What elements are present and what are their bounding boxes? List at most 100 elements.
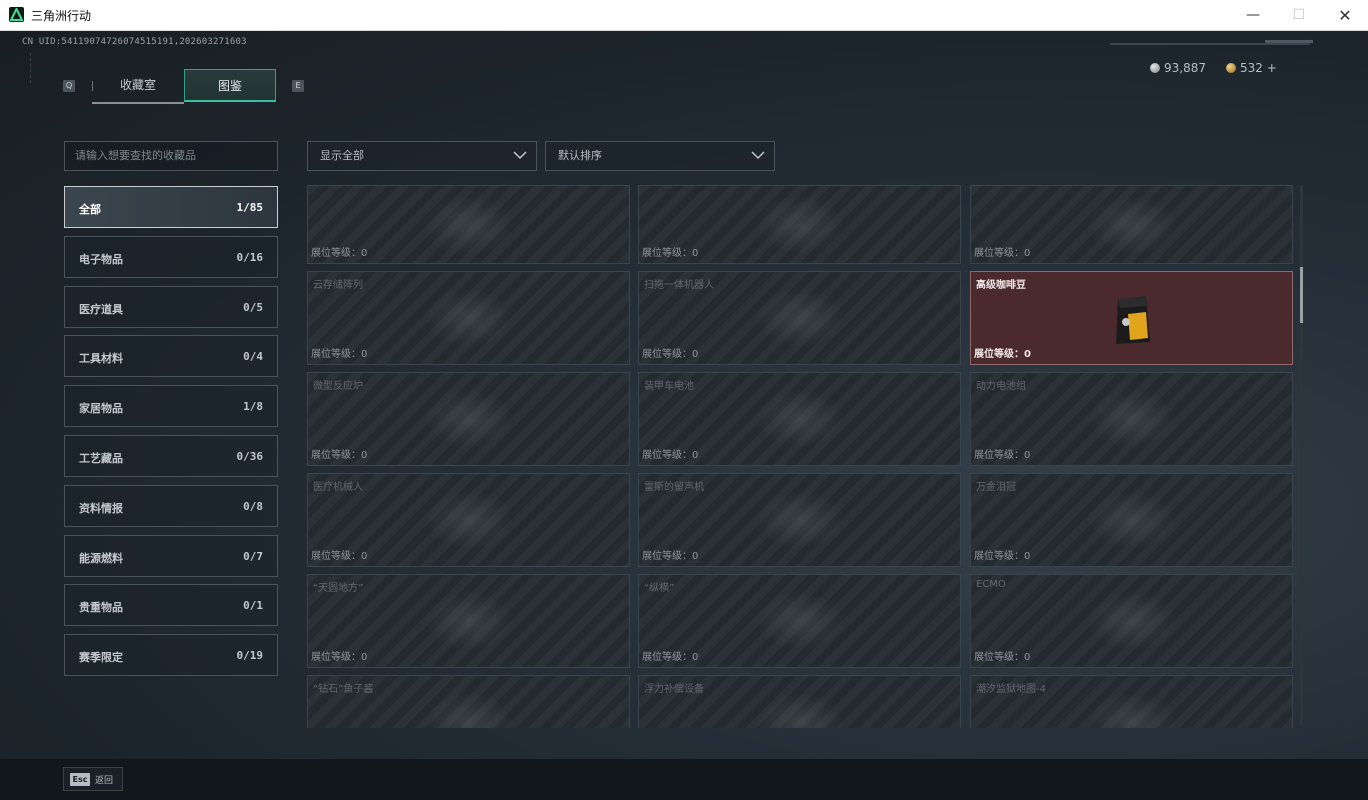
item-silhouette-icon [1086, 591, 1177, 651]
collection-item-card[interactable]: 扫拖一体机器人 展位等级：0 [638, 271, 961, 365]
category-name: 工具材料 [79, 352, 123, 366]
category-name: 工艺藏品 [79, 452, 123, 465]
collection-item-card[interactable]: 展位等级：0 [307, 185, 630, 264]
item-name: 潮汐监狱地图-4 [976, 684, 1046, 695]
esc-key-hint: Esc [70, 773, 90, 786]
category-item[interactable]: 全部 1/85 [64, 186, 278, 228]
item-level: 展位等级：0 [642, 652, 699, 663]
category-count: 1/8 [243, 400, 263, 414]
item-name: 浮力补偿设备 [644, 684, 704, 695]
coffee-bean-bag-icon [1116, 296, 1150, 344]
collection-item-card[interactable]: “纵横” 展位等级：0 [638, 574, 961, 668]
category-count: 0/36 [236, 450, 264, 463]
category-count: 0/1 [243, 599, 263, 613]
tab-collection-room[interactable]: 收藏室 [92, 69, 184, 104]
collection-item-card[interactable]: 微型反应炉 展位等级：0 [307, 372, 630, 466]
sort-dropdown[interactable]: 默认排序 [545, 141, 775, 171]
collection-item-card[interactable]: 动力电池组展位等级：0 [970, 372, 1293, 466]
item-silhouette-icon [423, 692, 514, 728]
item-silhouette-icon [754, 288, 845, 348]
category-item[interactable]: 家居物品 1/8 [64, 385, 278, 428]
item-name: 雷斯的留声机 [644, 482, 704, 493]
collection-grid: 展位等级：0 展位等级：0 展位等级：0 云存储阵列 展位等级：0 扫拖一体机器人 展位等级… [307, 185, 1293, 728]
search-input[interactable]: 请输入想要查找的收藏品 [64, 141, 278, 171]
item-level: 展位等级：0 [974, 450, 1031, 461]
scrollbar-track[interactable] [1300, 185, 1303, 725]
maximize-button[interactable]: ☐ [1276, 0, 1322, 31]
category-count: 0/7 [243, 549, 263, 563]
window-title: 三角洲行动 [31, 9, 92, 23]
item-level: 展位等级：0 [974, 551, 1031, 562]
filter-dropdown-label: 显示全部 [320, 149, 364, 162]
collection-item-card[interactable]: 万金泪冠 展位等级：0 [970, 473, 1293, 567]
item-silhouette-icon [1086, 692, 1177, 728]
filter-dropdown[interactable]: 显示全部 [307, 141, 537, 171]
category-item[interactable]: 医疗道具 0/5 [64, 285, 278, 328]
chevron-down-icon [513, 151, 527, 160]
tab-next-key-hint[interactable]: E [292, 80, 304, 92]
collection-item-card[interactable]: 展位等级：0 [970, 185, 1293, 264]
close-button[interactable]: ✕ [1322, 0, 1368, 31]
collection-item-card[interactable]: 雷斯的留声机 展位等级：0 [638, 473, 961, 567]
item-name: “纵横” [644, 583, 675, 594]
collection-item-card[interactable]: “钻石”鱼子酱 [307, 675, 630, 728]
item-name: 高级咖啡豆 [976, 280, 1026, 291]
collection-item-card[interactable]: 高级咖啡豆展位等级：0 [970, 271, 1293, 365]
item-silhouette-icon [423, 194, 514, 255]
category-item[interactable]: 工具材料 0/4 [64, 335, 278, 378]
decor-line [30, 53, 35, 83]
category-name: 全部 [79, 203, 101, 216]
collection-item-card[interactable]: 装甲车电池展位等级：0 [638, 372, 961, 466]
category-item[interactable]: 工艺藏品 0/36 [64, 435, 278, 477]
tab-label: 图鉴 [217, 79, 242, 93]
back-label: 返回 [95, 776, 114, 786]
item-silhouette-icon [1086, 490, 1177, 550]
tab-prev-key-hint[interactable]: Q [63, 80, 75, 92]
item-name: “钻石”鱼子酱 [313, 684, 374, 695]
item-silhouette-icon [423, 288, 514, 348]
minimize-button[interactable]: — [1230, 0, 1276, 31]
category-item[interactable]: 贵重物品 0/1 [64, 584, 278, 627]
item-silhouette-icon [423, 389, 514, 449]
item-level: 展位等级：0 [974, 248, 1031, 259]
item-name: “天圆地方” [313, 583, 364, 594]
item-level: 展位等级：0 [311, 248, 368, 259]
item-silhouette-icon [423, 490, 514, 550]
item-name: ECMO [976, 579, 1006, 590]
category-item[interactable]: 赛季限定 0/19 [64, 634, 278, 677]
category-item[interactable]: 资料情报 0/8 [64, 484, 278, 527]
collection-item-card[interactable]: 展位等级：0 [638, 185, 961, 264]
app-logo-icon [9, 7, 24, 22]
item-name: 装甲车电池 [644, 381, 694, 392]
item-silhouette-icon [1086, 389, 1177, 449]
item-level: 展位等级：0 [642, 349, 699, 360]
collection-item-card[interactable]: 云存储阵列 展位等级：0 [307, 271, 630, 365]
collection-item-card[interactable]: ECMO 展位等级：0 [970, 574, 1293, 668]
item-level: 展位等级：0 [642, 551, 699, 562]
category-item[interactable]: 电子物品 0/16 [64, 235, 278, 278]
scrollbar-thumb[interactable] [1300, 267, 1303, 323]
tab-catalog[interactable]: 图鉴 [184, 69, 276, 102]
game-area: CN UID:54119074726074515191,202603271603… [0, 31, 1368, 800]
collection-item-card[interactable]: 医疗机械人 展位等级：0 [307, 473, 630, 567]
back-button[interactable]: Esc 返回 [63, 767, 123, 791]
silver-coin-icon [1150, 63, 1160, 73]
category-count: 0/4 [243, 350, 263, 364]
gold-currency[interactable]: 532 + [1226, 61, 1277, 75]
item-name: 动力电池组 [976, 381, 1026, 392]
item-level: 展位等级：0 [974, 349, 1031, 360]
collection-item-card[interactable]: 潮汐监狱地图-4 [970, 675, 1293, 728]
collection-item-card[interactable]: 浮力补偿设备 [638, 675, 961, 728]
sort-dropdown-label: 默认排序 [558, 149, 602, 162]
item-level: 展位等级：0 [642, 450, 699, 461]
category-item[interactable]: 能源燃料 0/7 [64, 534, 278, 577]
item-name: 微型反应炉 [313, 381, 363, 392]
category-name: 电子物品 [79, 252, 123, 266]
item-silhouette-icon [754, 389, 845, 449]
item-name: 扫拖一体机器人 [644, 280, 714, 291]
decor-line [1265, 40, 1313, 43]
silver-currency: 93,887 [1150, 61, 1206, 75]
tab-separator [92, 81, 93, 91]
bottom-bar [0, 759, 1368, 800]
collection-item-card[interactable]: “天圆地方” 展位等级：0 [307, 574, 630, 668]
